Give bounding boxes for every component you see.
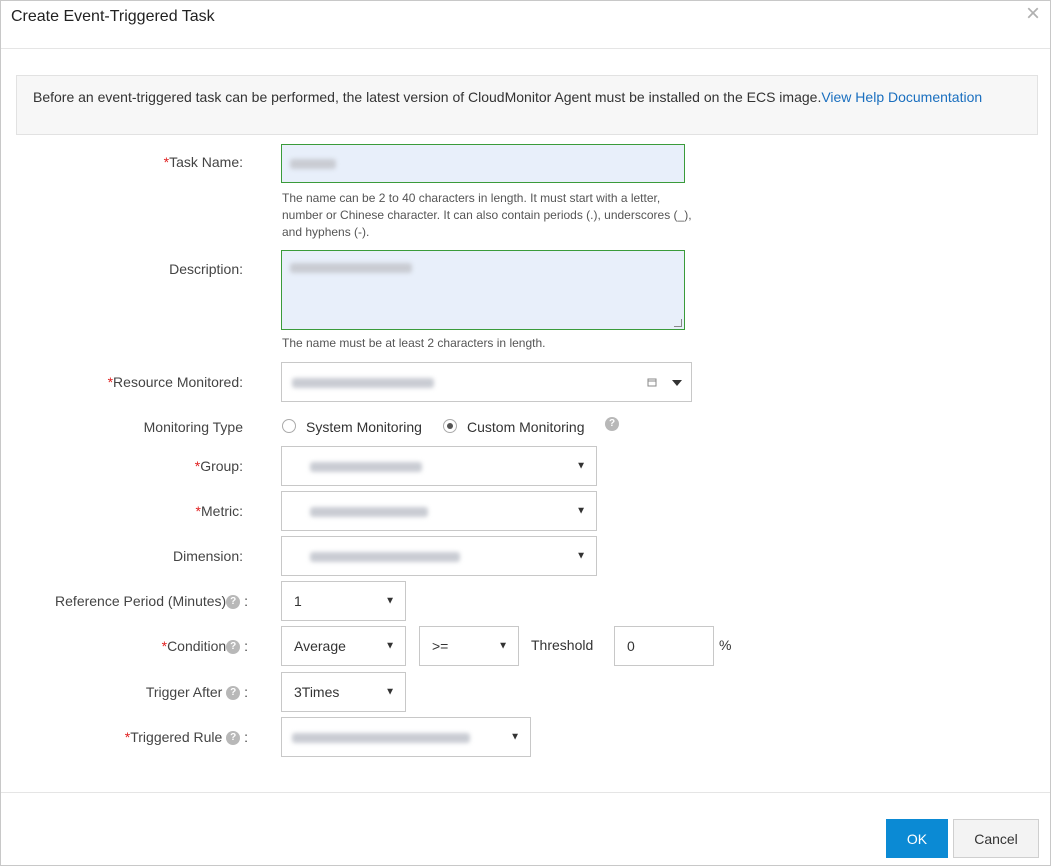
monitoring-type-label: Monitoring Type <box>143 419 243 435</box>
custom-monitoring-radio[interactable] <box>443 419 457 433</box>
notice-text: Before an event-triggered task can be pe… <box>33 89 822 105</box>
caret-down-icon: ▼ <box>576 505 586 517</box>
caret-down-icon: ▼ <box>498 640 508 652</box>
group-label: *Group: <box>194 458 243 474</box>
resize-handle[interactable] <box>674 319 682 327</box>
question-circle-icon[interactable]: ? <box>226 731 241 746</box>
caret-down-icon: ▼ <box>385 640 395 652</box>
agent-notice: Before an event-triggered task can be pe… <box>16 75 1038 135</box>
redacted-value <box>292 378 434 388</box>
question-circle-icon[interactable]: ? <box>605 417 619 431</box>
dialog-title: Create Event-Triggered Task <box>11 8 215 25</box>
metric-label: *Metric: <box>195 503 243 519</box>
dialog-header: Create Event-Triggered Task × <box>1 1 1050 49</box>
threshold-label: Threshold <box>531 637 594 653</box>
threshold-unit: % <box>719 637 732 653</box>
description-label: Description: <box>169 261 243 277</box>
system-monitoring-label[interactable]: System Monitoring <box>306 419 422 435</box>
caret-down-icon: ▼ <box>576 550 586 562</box>
ok-button[interactable]: OK <box>886 819 948 858</box>
custom-monitoring-label[interactable]: Custom Monitoring <box>467 419 585 435</box>
redacted-value <box>292 733 470 743</box>
redacted-value <box>290 159 336 169</box>
caret-down-icon: ▼ <box>510 731 520 743</box>
operator-select[interactable]: >= ▼ <box>419 626 519 666</box>
redacted-value <box>290 263 412 273</box>
redacted-value <box>310 462 422 472</box>
group-select[interactable]: ▼ <box>281 446 597 486</box>
dimension-label: Dimension: <box>172 548 243 564</box>
threshold-input[interactable]: 0 <box>614 626 714 666</box>
resource-monitored-label: *Resource Monitored: <box>107 374 243 390</box>
close-icon[interactable]: × <box>1026 2 1040 26</box>
question-circle-icon[interactable]: ? <box>226 640 241 655</box>
aggregation-value: Average <box>294 638 346 654</box>
task-name-input[interactable] <box>281 144 685 183</box>
question-circle-icon[interactable]: ? <box>226 595 241 610</box>
resource-monitored-select[interactable] <box>281 362 692 402</box>
reference-period-value: 1 <box>294 593 302 609</box>
triggered-rule-label: *Triggered Rule ? : <box>124 729 248 746</box>
calendar-icon[interactable] <box>647 377 657 387</box>
metric-select[interactable]: ▼ <box>281 491 597 531</box>
caret-down-icon: ▼ <box>385 595 395 607</box>
dimension-select[interactable]: ▼ <box>281 536 597 576</box>
caret-down-icon[interactable] <box>672 380 682 386</box>
help-documentation-link[interactable]: View Help Documentation <box>821 89 982 105</box>
condition-label: *Condition? : <box>161 638 248 655</box>
operator-value: >= <box>432 638 449 654</box>
redacted-value <box>310 552 460 562</box>
trigger-after-select[interactable]: 3Times ▼ <box>281 672 406 712</box>
question-circle-icon[interactable]: ? <box>226 686 241 701</box>
caret-down-icon: ▼ <box>385 686 395 698</box>
threshold-value: 0 <box>627 638 635 654</box>
task-name-hint: The name can be 2 to 40 characters in le… <box>282 191 692 239</box>
redacted-value <box>310 507 428 517</box>
trigger-after-label: Trigger After ? : <box>145 684 248 701</box>
cancel-button[interactable]: Cancel <box>953 819 1039 858</box>
create-task-dialog: Create Event-Triggered Task × Before an … <box>0 0 1051 866</box>
triggered-rule-select[interactable]: ▼ <box>281 717 531 757</box>
description-hint: The name must be at least 2 characters i… <box>282 336 546 350</box>
description-textarea[interactable] <box>281 250 685 330</box>
task-name-label: *Task Name: <box>163 154 243 170</box>
trigger-after-value: 3Times <box>294 684 340 700</box>
system-monitoring-radio[interactable] <box>282 419 296 433</box>
reference-period-select[interactable]: 1 ▼ <box>281 581 406 621</box>
footer-divider <box>1 792 1050 793</box>
aggregation-select[interactable]: Average ▼ <box>281 626 406 666</box>
caret-down-icon: ▼ <box>576 460 586 472</box>
reference-period-label: Reference Period (Minutes)? : <box>55 593 248 610</box>
